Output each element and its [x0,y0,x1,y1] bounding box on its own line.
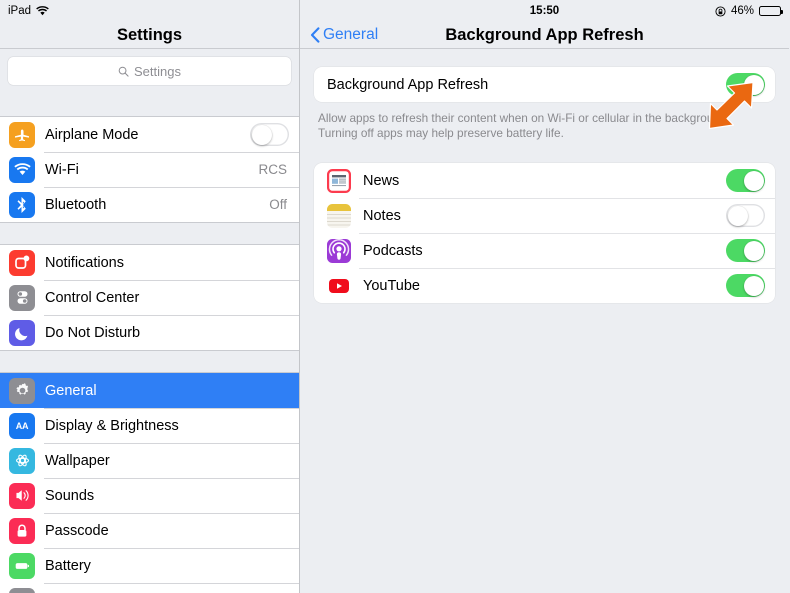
sidebar-item-label: Display & Brightness [45,417,179,434]
battery-indicator [759,5,783,17]
master-toggle-card: Background App Refresh [314,67,775,102]
app-label: Podcasts [363,242,423,259]
sidebar-item-display-brightness[interactable]: AA Display & Brightness [0,408,299,443]
sidebar-item-control-center[interactable]: Control Center [0,280,299,315]
sidebar-item-wallpaper[interactable]: Wallpaper [0,443,299,478]
search-container: Settings [0,49,299,94]
youtube-app-icon [327,273,351,298]
display-brightness-icon: AA [9,412,35,439]
sidebar-item-label: Control Center [45,289,140,306]
sidebar-item-label: General [45,382,97,399]
settings-sidebar: iPad Settings Settings Airplane Mode Wi-… [0,0,300,593]
divider [300,48,789,49]
detail-nav-bar: General Background App Refresh [300,22,789,48]
sidebar-item-label: Do Not Disturb [45,324,141,341]
airplane-mode-toggle[interactable] [250,123,289,146]
detail-title: Background App Refresh [445,25,644,44]
background-app-refresh-toggle[interactable] [726,73,765,96]
wallpaper-icon [9,447,35,474]
sidebar-item-label: Airplane Mode [45,126,139,143]
sidebar-item-label: Wi-Fi [45,161,79,178]
moon-icon [9,319,35,346]
podcasts-toggle[interactable] [726,239,765,262]
detail-body: Background App Refresh Allow apps to ref… [300,49,789,593]
toggle-knob [743,74,764,95]
app-row-notes[interactable]: Notes [314,198,775,233]
app-row-news[interactable]: News [314,163,775,198]
sidebar-item-label: Passcode [45,522,109,539]
news-app-icon [327,168,351,193]
toggle-knob [743,275,764,296]
app-label: Notes [363,207,401,224]
toggle-knob [743,170,764,191]
sidebar-item-battery[interactable]: Battery [0,548,299,583]
sidebar-item-label: Bluetooth [45,196,107,213]
notes-toggle[interactable] [726,204,765,227]
sidebar-item-label: Wallpaper [45,452,110,469]
app-label: News [363,172,400,189]
airplane-icon [9,121,35,148]
app-row-youtube[interactable]: YouTube [314,268,775,303]
sidebar-item-value: Off [269,197,287,212]
sidebar-item-value: RCS [258,162,287,177]
youtube-toggle[interactable] [726,274,765,297]
lock-icon [9,517,35,544]
sounds-icon [9,482,35,509]
background-app-refresh-label: Background App Refresh [327,76,489,93]
app-row-podcasts[interactable]: Podcasts [314,233,775,268]
toggle-knob [251,124,272,145]
status-time: 15:50 [529,5,560,17]
apps-list-card: News Notes Podcasts YouTube [314,163,775,303]
sidebar-item-general[interactable]: General [0,373,299,408]
control-center-icon [9,284,35,311]
detail-status-bar: 15:50 46% [300,0,789,22]
detail-panel: 15:50 46% General Background App Refresh… [300,0,789,593]
wifi-icon [36,6,49,16]
search-input[interactable]: Settings [8,57,291,85]
sidebar-item-passcode[interactable]: Passcode [0,513,299,548]
sidebar-group-notifications: Notifications Control Center Do Not Dist… [0,244,299,351]
sidebar-item-sounds[interactable]: Sounds [0,478,299,513]
sidebar-title-bar: Settings [0,22,299,48]
sidebar-item-do-not-disturb[interactable]: Do Not Disturb [0,315,299,350]
news-toggle[interactable] [726,169,765,192]
sidebar-group-system: General AA Display & Brightness Wallpape… [0,372,299,593]
notifications-icon [9,249,35,276]
sidebar-item-label: Battery [45,557,91,574]
toggle-knob [727,205,748,226]
wifi-icon [9,156,35,183]
sidebar-item-notifications[interactable]: Notifications [0,245,299,280]
sidebar-item-label: Sounds [45,487,95,504]
background-app-refresh-row[interactable]: Background App Refresh [314,67,775,102]
sidebar-item-privacy[interactable] [0,583,299,593]
gear-icon [9,377,35,404]
sidebar-item-bluetooth[interactable]: Bluetooth Off [0,187,299,222]
sidebar-item-wifi[interactable]: Wi-Fi RCS [0,152,299,187]
search-placeholder: Settings [134,63,181,79]
podcasts-app-icon [327,238,351,263]
privacy-icon [9,587,35,593]
ipad-settings-screen: k.com iPad Settings Settin [0,0,790,593]
bluetooth-icon [9,191,35,218]
app-label: YouTube [363,277,420,294]
page-title: Settings [116,25,183,44]
toggle-knob [743,240,764,261]
sidebar-item-airplane-mode[interactable]: Airplane Mode [0,117,299,152]
sidebar-status-bar: iPad [0,0,299,22]
sidebar-item-label: Notifications [45,254,124,271]
battery-icon [9,552,35,579]
sidebar-group-connectivity: Airplane Mode Wi-Fi RCS Bluetooth Off [0,116,299,223]
search-icon [118,66,129,77]
background-app-refresh-footnote: Allow apps to refresh their content when… [318,111,730,140]
sidebar-list[interactable]: Airplane Mode Wi-Fi RCS Bluetooth Off No… [0,94,299,593]
notes-app-icon [327,203,351,228]
device-label: iPad [8,5,32,17]
